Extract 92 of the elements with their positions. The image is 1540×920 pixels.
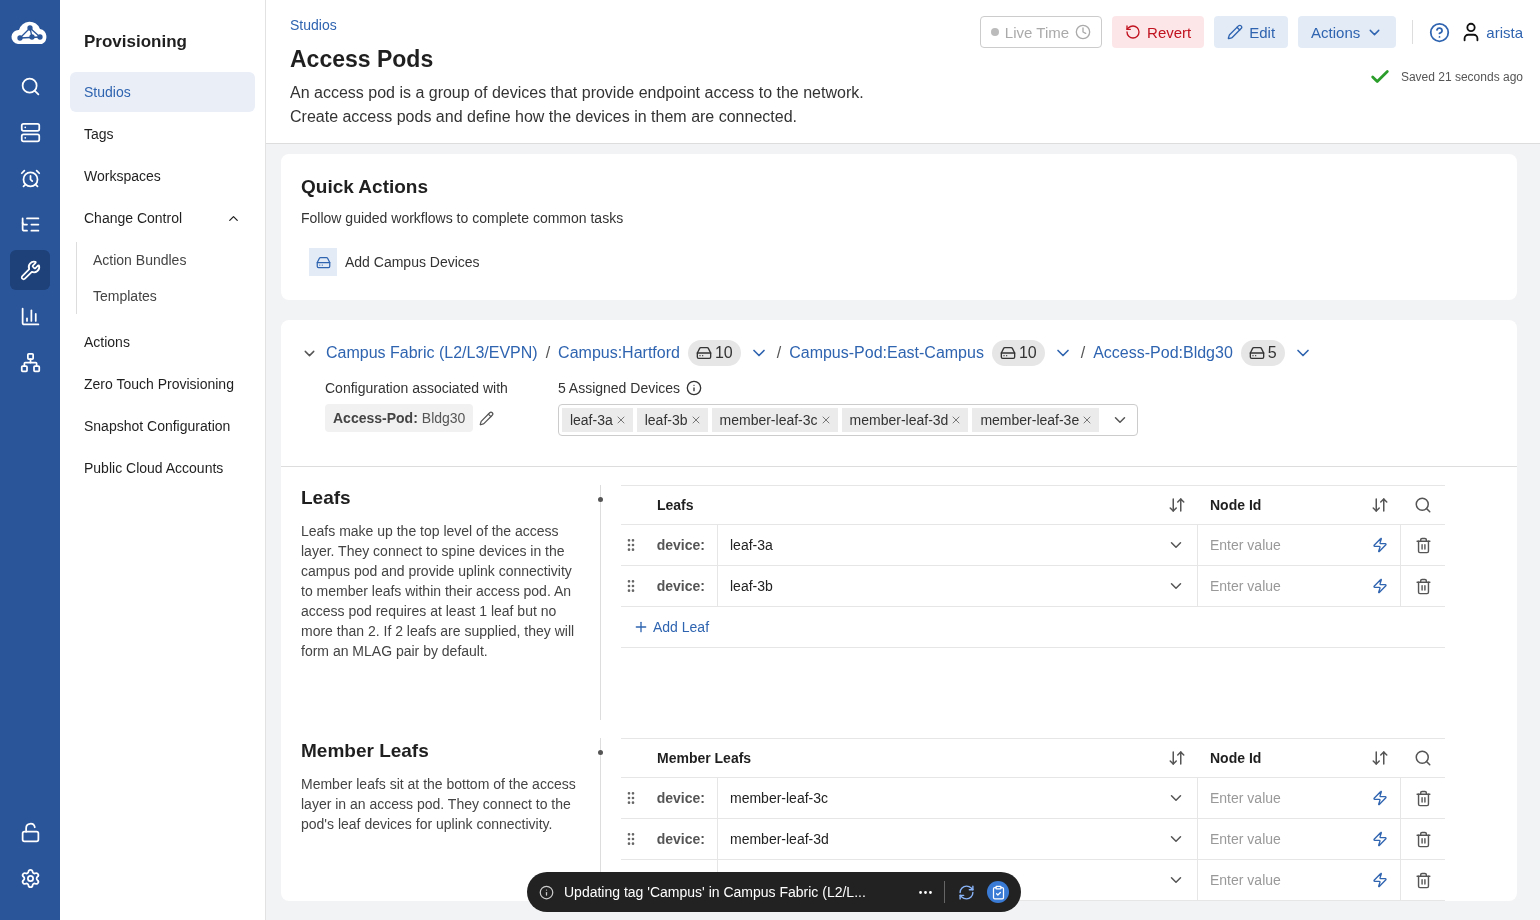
lightning-icon[interactable]	[1372, 831, 1388, 847]
user-menu[interactable]: arista	[1460, 21, 1523, 43]
path-link[interactable]: Campus:Hartford	[558, 344, 680, 362]
pencil-icon[interactable]	[479, 410, 495, 426]
path-separator: /	[776, 344, 782, 362]
device-select[interactable]: leaf-3a	[717, 525, 1198, 565]
help-icon[interactable]	[1429, 21, 1451, 43]
page-description: An access pod is a group of devices that provide endpoint access to the network. Create access pods and define how the devices in them are connected.	[290, 83, 864, 127]
field-label: device:	[656, 578, 705, 594]
sidebar-item[interactable]: Studios	[70, 72, 255, 112]
path-link[interactable]: Campus-Pod:East-Campus	[789, 344, 984, 362]
chip-label: leaf-3a	[569, 412, 613, 428]
config-label: Configuration associated with	[325, 380, 508, 396]
server-icon	[1248, 345, 1265, 361]
device-select[interactable]: member-leaf-3d	[717, 819, 1198, 859]
column-header: Leafs	[657, 497, 694, 513]
pencil-icon	[1227, 24, 1244, 40]
device-count: 5	[1240, 340, 1285, 366]
sidebar-item[interactable]: Actions	[70, 322, 255, 362]
section-title: Member Leafs	[301, 740, 430, 762]
sidebar-subitem[interactable]: Action Bundles	[93, 242, 255, 278]
sidebar-item[interactable]: Zero Touch Provisioning	[70, 364, 255, 404]
revert-button[interactable]: Revert	[1112, 16, 1205, 48]
card-title: Quick Actions	[301, 176, 430, 198]
lightning-icon[interactable]	[1372, 790, 1388, 806]
undo-icon	[1125, 24, 1142, 40]
sidebar-item[interactable]: Snapshot Configuration	[70, 406, 255, 446]
card-subtitle: Follow guided workflows to complete common tasks	[301, 210, 625, 226]
sidebar-item[interactable]: Public Cloud Accounts	[70, 448, 255, 488]
page-title: Access Pods	[290, 46, 435, 73]
path-link[interactable]: Campus Fabric (L2/L3/EVPN)	[326, 344, 538, 362]
info-icon[interactable]	[686, 380, 703, 396]
path-separator: /	[545, 344, 551, 362]
lightning-icon[interactable]	[1372, 872, 1388, 888]
device-select[interactable]: leaf-3b	[717, 566, 1198, 606]
chip-label: member-leaf-3e	[980, 412, 1080, 428]
toast-message: Updating tag 'Campus' in Campus Fabric (L2/L...	[564, 884, 867, 900]
quick-action-button[interactable]: Add Campus Devices	[301, 248, 488, 276]
device-multiselect[interactable]: leaf-3a leaf-3b member-leaf-3c member-leaf-3d member-leaf-3e	[557, 404, 1139, 436]
section-title: Leafs	[301, 487, 352, 509]
device-count: 10	[991, 340, 1045, 366]
sort-icon[interactable]	[1371, 496, 1389, 514]
field-label: device:	[656, 790, 705, 806]
field-label: device:	[656, 831, 705, 847]
device-select[interactable]: member-leaf-3c	[717, 778, 1198, 818]
search-icon[interactable]	[1414, 496, 1432, 514]
sidebar-title: Provisioning	[83, 32, 188, 52]
lightning-icon[interactable]	[1372, 537, 1388, 553]
info-icon	[539, 884, 554, 900]
sort-icon[interactable]	[1371, 749, 1389, 767]
trash-icon[interactable]	[1414, 536, 1432, 554]
section-description: Member leafs sit at the bottom of the access layer in an access pod. They connect to the pod's leaf devices for uplink connectivity.	[301, 775, 577, 834]
plus-icon	[633, 619, 649, 635]
chip-label: leaf-3b	[644, 412, 688, 428]
trash-icon[interactable]	[1414, 871, 1432, 889]
column-header: Member Leafs	[657, 750, 752, 766]
sidebar-item[interactable]: Tags	[70, 114, 255, 154]
timeline-dot	[598, 497, 603, 502]
trash-icon[interactable]	[1414, 789, 1432, 807]
sort-icon[interactable]	[1168, 749, 1186, 767]
server-icon	[695, 345, 712, 361]
section-description: Leafs make up the top level of the access layer. They connect to spine devices in the campus pod and provide uplink connectivity to member leafs within their access pod. An access pod requires at least 1 leaf but no more than 2. If 2 leafs are supplied, they will form an MLAG pair by default.	[301, 522, 576, 661]
chip-label: member-leaf-3d	[849, 412, 949, 428]
device-count: 10	[687, 340, 741, 366]
timeline-dot	[598, 750, 603, 755]
add-leaf-button[interactable]: Add Leaf	[621, 607, 722, 647]
path-link[interactable]: Access-Pod:Bldg30	[1093, 344, 1233, 362]
status-dot-icon	[990, 28, 999, 36]
clock-icon	[1075, 24, 1092, 40]
column-header: Node Id	[1210, 750, 1262, 766]
lightning-icon[interactable]	[1372, 578, 1388, 594]
menu-button[interactable]: Actions	[1298, 16, 1397, 48]
clipboard-check-icon[interactable]	[987, 881, 1009, 903]
server-icon	[309, 248, 337, 276]
sidebar-item[interactable]: Change Control	[70, 198, 255, 238]
search-icon[interactable]	[1414, 749, 1432, 767]
save-status: Saved 21 seconds ago	[1368, 66, 1523, 88]
field-label: device:	[656, 537, 705, 553]
trash-icon[interactable]	[1414, 830, 1432, 848]
chip-label: member-leaf-3c	[719, 412, 818, 428]
assigned-devices-label: 5 Assigned Devices	[557, 380, 681, 396]
tag-value: Access-Pod: Bldg30	[325, 404, 474, 432]
sidebar-item[interactable]: Workspaces	[70, 156, 255, 196]
trash-icon[interactable]	[1414, 577, 1432, 595]
edit-button[interactable]: Edit	[1214, 16, 1289, 48]
breadcrumb-link[interactable]: Studios	[290, 17, 337, 33]
path-separator: /	[1080, 344, 1086, 362]
wrench-icon[interactable]	[10, 250, 50, 290]
sort-icon[interactable]	[1168, 496, 1186, 514]
server-icon	[999, 345, 1016, 361]
sidebar-subitem[interactable]: Templates	[93, 278, 255, 314]
column-header: Node Id	[1210, 497, 1262, 513]
